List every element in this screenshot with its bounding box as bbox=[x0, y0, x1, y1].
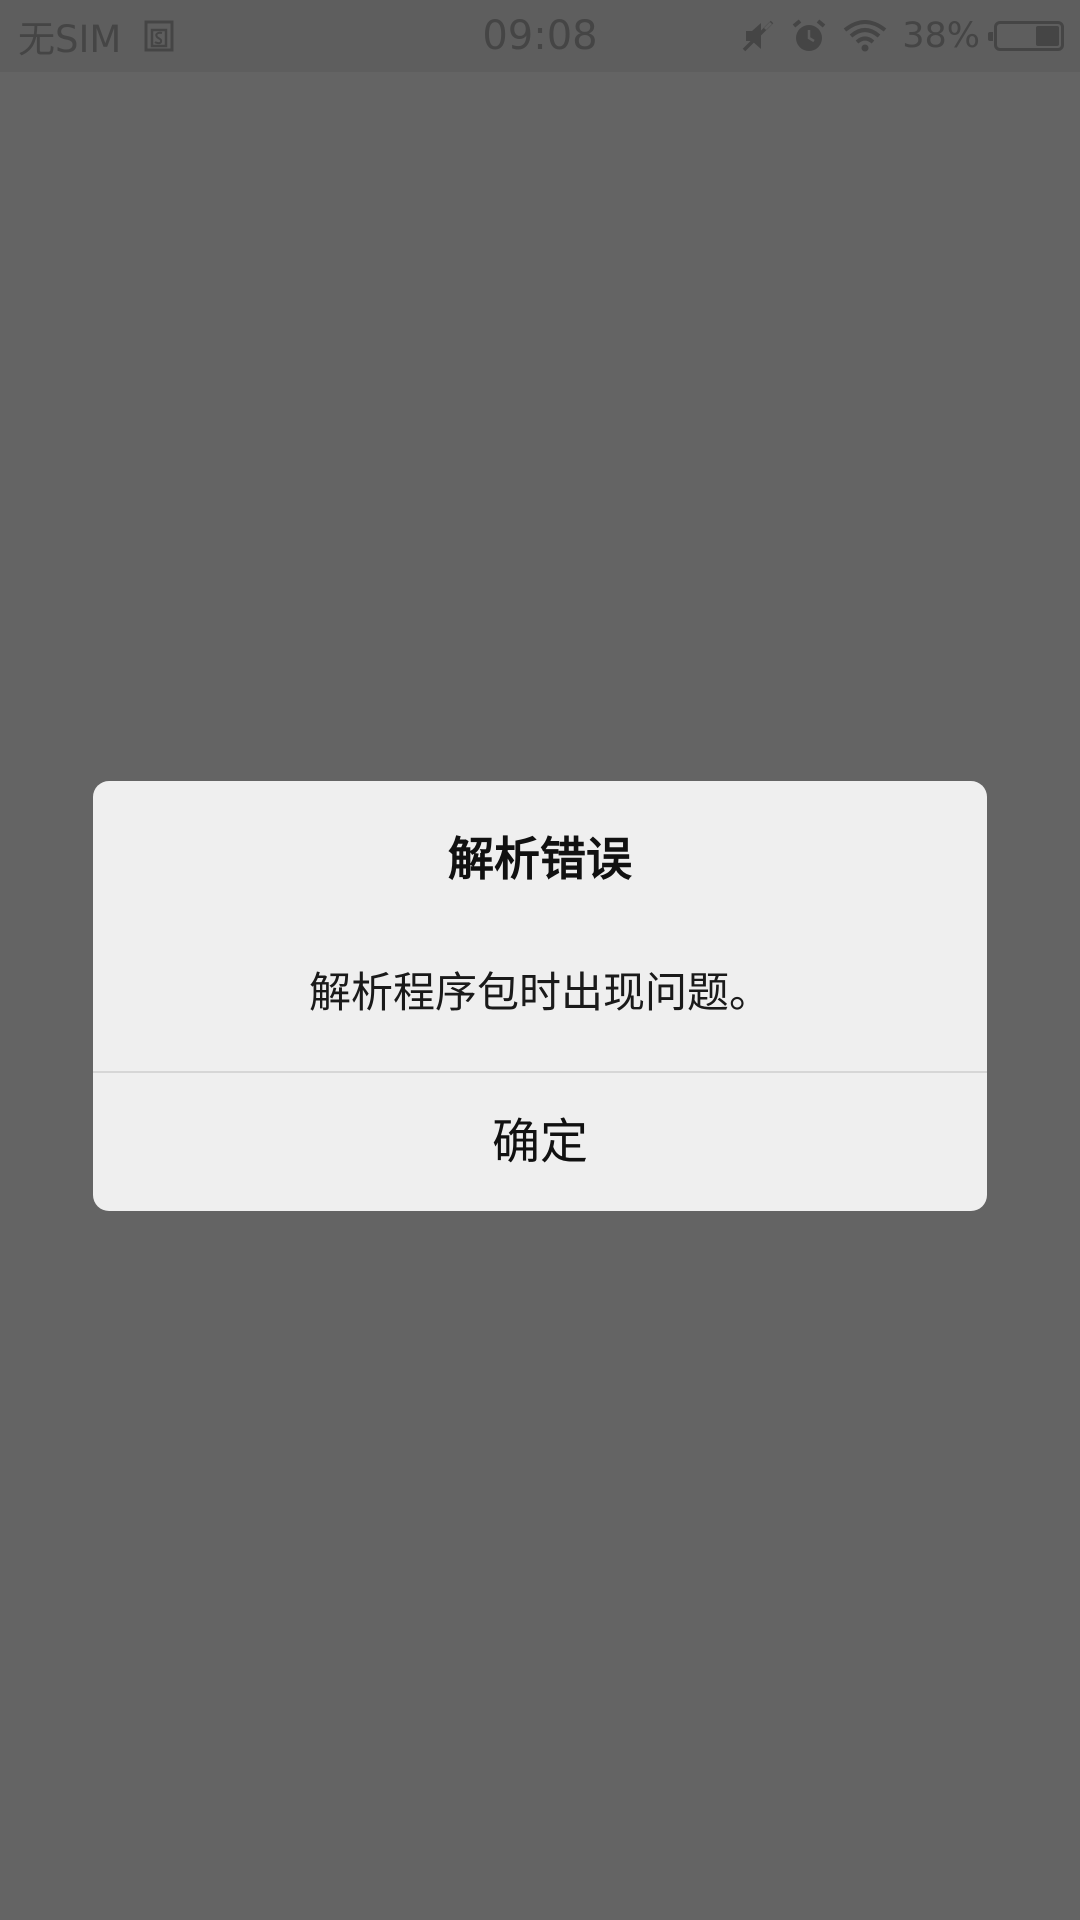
alarm-icon bbox=[792, 19, 826, 51]
wifi-icon bbox=[843, 20, 887, 52]
battery-fill bbox=[1036, 26, 1059, 46]
status-left: 无SIM bbox=[18, 0, 177, 72]
error-dialog: 解析错误 解析程序包时出现问题。 确定 bbox=[93, 781, 987, 1211]
battery-icon bbox=[988, 21, 1064, 51]
battery-percent: 38% bbox=[902, 16, 980, 56]
sim-card-icon bbox=[144, 20, 174, 52]
dialog-message: 解析程序包时出现问题。 bbox=[308, 968, 771, 1017]
screen: 无SIM 09:08 38% 解析错误 解析程序包时出现问题。 确定 bbox=[0, 0, 1080, 1920]
status-right: 38% bbox=[740, 0, 1064, 72]
battery-nub bbox=[988, 32, 993, 41]
dialog-title: 解析错误 bbox=[448, 832, 632, 886]
status-bar: 无SIM 09:08 38% bbox=[0, 0, 1080, 72]
carrier-label: 无SIM bbox=[18, 18, 122, 61]
mute-icon bbox=[742, 20, 774, 52]
confirm-button[interactable]: 确定 bbox=[93, 1073, 987, 1211]
